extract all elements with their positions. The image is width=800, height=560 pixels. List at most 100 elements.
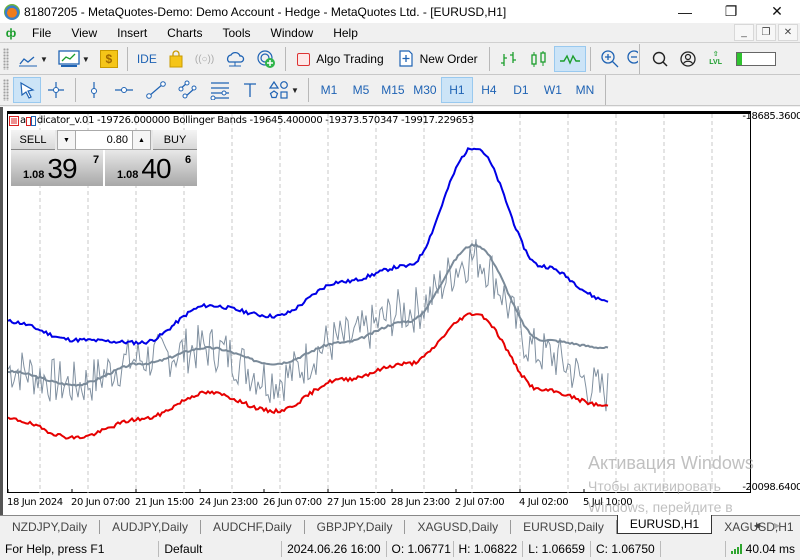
status-datetime: 2024.06.26 16:00 xyxy=(282,540,387,557)
timeframe-h1[interactable]: H1 xyxy=(440,77,473,103)
tab-eurusd-h1[interactable]: EURUSD,H1 xyxy=(616,515,713,534)
close-button[interactable]: ✕ xyxy=(754,0,800,23)
lot-decrease-button[interactable]: ▼ xyxy=(58,131,76,149)
ide-button[interactable]: IDE xyxy=(132,46,162,72)
activation-watermark-line3: Windows, перейдите в xyxy=(588,499,733,515)
line-chart-mode-icon xyxy=(559,54,580,65)
mdi-controls: _ ❐ ✕ xyxy=(734,24,798,41)
toolbar-grip[interactable] xyxy=(3,79,9,101)
x-axis-label: 27 Jun 15:00 xyxy=(327,497,386,508)
menu-window[interactable]: Window xyxy=(261,26,324,40)
y-axis-min-label: -20098.6400 xyxy=(742,482,800,493)
tab-audjpy-daily[interactable]: AUDJPY,Daily xyxy=(100,519,201,534)
timeframe-m1[interactable]: M1 xyxy=(313,77,345,103)
crosshair-tool-button[interactable] xyxy=(41,77,71,103)
sell-price-button[interactable]: 1.08 39 7 xyxy=(11,150,103,186)
lot-increase-button[interactable]: ▲ xyxy=(132,131,150,149)
level-progress-bar xyxy=(735,52,776,66)
line-chart-mode-button[interactable] xyxy=(553,46,586,72)
tab-nzdjpy-daily[interactable]: NZDJPY,Daily xyxy=(0,519,101,534)
signals-button[interactable]: ((○)) xyxy=(190,46,219,72)
algo-trading-status-icon xyxy=(297,52,311,66)
tab-scroll-right-icon[interactable]: ▶ xyxy=(774,521,780,530)
menu-file[interactable]: File xyxy=(22,26,61,40)
indicators-button[interactable]: ▼ xyxy=(53,46,95,72)
buy-price-button[interactable]: 1.08 40 6 xyxy=(105,150,197,186)
connection-ping: 40.04 ms xyxy=(745,541,795,556)
timeframe-d1[interactable]: D1 xyxy=(505,77,537,103)
signal-broadcast-icon: ((○)) xyxy=(194,53,215,65)
chart-window[interactable]: a dicator_v.01 -19726.000000 Bollinger B… xyxy=(0,107,800,515)
horizontal-line-button[interactable] xyxy=(108,77,140,103)
separator xyxy=(638,44,640,74)
equidistant-channel-button[interactable] xyxy=(172,77,204,103)
standard-toolbar: ▼ ▼ $ IDE ((○)) Algo Trading New Order ⇧… xyxy=(0,44,800,75)
market-shop-button[interactable] xyxy=(162,46,190,72)
mdi-restore-button[interactable]: ❐ xyxy=(756,24,776,41)
app-icon xyxy=(4,3,20,20)
sell-button[interactable]: SELL xyxy=(11,130,55,150)
buy-button[interactable]: BUY xyxy=(153,130,197,150)
indicators-icon xyxy=(58,50,80,67)
sell-price-prefix: 1.08 xyxy=(23,169,45,181)
trend-line-button[interactable] xyxy=(140,77,172,103)
market-button[interactable]: $ xyxy=(95,46,123,72)
timeframe-m30[interactable]: M30 xyxy=(409,77,441,103)
text-tool-button[interactable] xyxy=(236,77,264,103)
fibonacci-button[interactable] xyxy=(204,77,236,103)
tab-xagusd-daily[interactable]: XAGUSD,Daily xyxy=(405,519,512,534)
mdi-minimize-button[interactable]: _ xyxy=(734,24,754,41)
minimize-button[interactable]: — xyxy=(662,0,708,23)
shapes-button[interactable]: ▼ xyxy=(264,77,304,103)
bar-chart-icon xyxy=(500,52,516,66)
tab-audchf-daily[interactable]: AUDCHF,Daily xyxy=(201,519,305,534)
status-connection[interactable]: 40.04 ms xyxy=(726,541,800,557)
zoom-out-icon xyxy=(626,50,638,64)
timeframe-m5[interactable]: M5 xyxy=(345,77,377,103)
menu-charts[interactable]: Charts xyxy=(157,26,212,40)
account-button[interactable] xyxy=(674,46,702,72)
candlestick-button[interactable] xyxy=(524,46,554,72)
tab-scroll-left-icon[interactable]: ◀ xyxy=(754,521,760,530)
menu-tools[interactable]: Tools xyxy=(213,26,261,40)
new-order-button[interactable]: New Order xyxy=(391,46,485,72)
restore-button[interactable]: ❐ xyxy=(708,0,754,23)
tab-gbpjpy-daily[interactable]: GBPJPY,Daily xyxy=(305,519,406,534)
search-icon xyxy=(652,51,668,67)
timeframe-h4[interactable]: H4 xyxy=(473,77,505,103)
horizontal-line-icon xyxy=(115,87,133,93)
zoom-out-button[interactable] xyxy=(625,46,639,72)
lot-size-input[interactable]: 0.80 xyxy=(76,131,132,149)
menu-help[interactable]: Help xyxy=(323,26,368,40)
sell-price-pips: 39 xyxy=(47,153,77,184)
indicator-price-line xyxy=(8,239,609,412)
timeframe-w1[interactable]: W1 xyxy=(537,77,569,103)
indicator-settings-icon xyxy=(25,115,36,126)
indicator-legend: a dicator_v.01 -19726.000000 Bollinger B… xyxy=(9,115,474,126)
connection-signal-icon xyxy=(730,543,742,554)
user-icon xyxy=(679,51,696,67)
search-button[interactable] xyxy=(646,46,674,72)
chart-type-button[interactable]: ▼ xyxy=(13,46,53,72)
separator xyxy=(307,78,309,102)
tab-eurusd-daily[interactable]: EURUSD,Daily xyxy=(511,519,617,534)
menu-insert[interactable]: Insert xyxy=(107,26,157,40)
window-title: 81807205 - MetaQuotes-Demo: Demo Account… xyxy=(24,4,507,19)
x-axis-label: 4 Jul 02:00 xyxy=(519,497,569,508)
vps-button[interactable] xyxy=(219,46,251,72)
algo-trading-button[interactable]: Algo Trading xyxy=(290,46,390,72)
vertical-line-button[interactable] xyxy=(80,77,108,103)
level-up-icon: ⇧ LVL xyxy=(709,51,722,66)
timeframe-m15[interactable]: M15 xyxy=(377,77,409,103)
text-icon xyxy=(244,83,256,97)
add-account-button[interactable] xyxy=(251,46,281,72)
bar-chart-button[interactable] xyxy=(494,46,524,72)
cursor-tool-button[interactable] xyxy=(13,77,41,103)
zoom-in-button[interactable] xyxy=(595,46,625,72)
menu-view[interactable]: View xyxy=(61,26,107,40)
mdi-close-button[interactable]: ✕ xyxy=(778,24,798,41)
level-button[interactable]: ⇧ LVL xyxy=(702,46,730,72)
toolbar-grip[interactable] xyxy=(3,48,9,70)
timeframe-mn[interactable]: MN xyxy=(569,77,601,103)
status-profile[interactable]: Default xyxy=(159,540,283,557)
